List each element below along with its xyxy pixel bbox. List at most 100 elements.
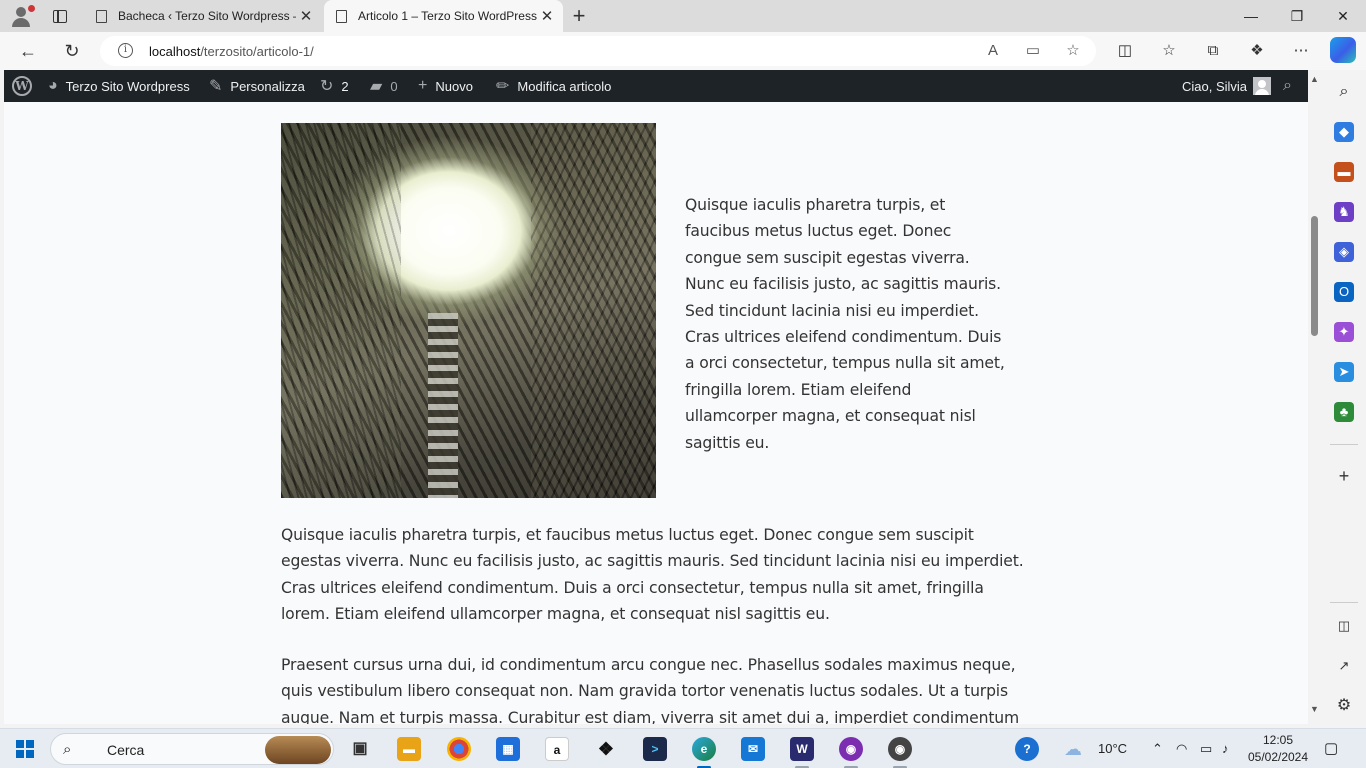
temperature[interactable]: 10°C bbox=[1098, 729, 1127, 768]
edit-post-link[interactable]: ✏ Modifica articolo bbox=[496, 70, 611, 102]
copilot-icon[interactable] bbox=[1330, 37, 1356, 63]
brush-icon: ✎ bbox=[209, 78, 223, 95]
collections-icon[interactable]: ⧉ bbox=[1202, 41, 1224, 61]
notifications-icon[interactable]: ▢ bbox=[1324, 729, 1338, 768]
comments-count: 0 bbox=[390, 78, 398, 94]
chrome-icon[interactable] bbox=[447, 737, 471, 761]
customize-link[interactable]: ✎ Personalizza bbox=[209, 70, 305, 102]
edit-post-label: Modifica articolo bbox=[517, 78, 612, 94]
refresh-icon[interactable]: ↻ bbox=[58, 37, 86, 65]
webex-icon[interactable]: W bbox=[790, 737, 814, 761]
article-paragraph: Quisque iaculis pharetra turpis, et fauc… bbox=[281, 526, 1024, 624]
weather-cloud-icon[interactable]: ☁ bbox=[1064, 729, 1082, 768]
close-window-icon[interactable]: ✕ bbox=[1320, 0, 1366, 32]
search-icon: ⌕ bbox=[63, 741, 72, 758]
close-tab-icon[interactable]: ✕ bbox=[296, 7, 316, 25]
github-desktop-icon[interactable]: ◉ bbox=[888, 737, 912, 761]
close-tab-icon[interactable]: ✕ bbox=[537, 7, 557, 25]
add-icon[interactable]: + bbox=[1334, 466, 1354, 486]
task-view-icon[interactable]: ▣ bbox=[348, 737, 372, 761]
immersive-reader-icon[interactable]: ▭ bbox=[1022, 41, 1044, 61]
microsoft365-icon[interactable]: ◈ bbox=[1334, 242, 1354, 262]
favorites-icon[interactable]: ☆ bbox=[1158, 41, 1180, 61]
wifi-icon[interactable]: ◠ bbox=[1176, 729, 1187, 768]
scroll-up-icon[interactable]: ▲ bbox=[1310, 74, 1319, 84]
shopping-tag-icon[interactable]: ◆ bbox=[1334, 122, 1354, 142]
windows-start-icon[interactable] bbox=[16, 740, 34, 758]
dashboard-gauge-icon: ◕ bbox=[48, 77, 58, 94]
updates-count: 2 bbox=[341, 78, 349, 94]
tab-actions-icon[interactable] bbox=[46, 6, 74, 26]
minimize-icon[interactable]: — bbox=[1228, 0, 1274, 32]
search-highlight-image bbox=[265, 736, 331, 764]
github-icon[interactable]: ◉ bbox=[839, 737, 863, 761]
amazon-icon[interactable]: a bbox=[545, 737, 569, 761]
read-aloud-icon[interactable]: A bbox=[982, 41, 1004, 61]
comment-bubble-icon: ▰ bbox=[370, 78, 383, 95]
external-link-icon[interactable]: ↗ bbox=[1334, 656, 1354, 676]
dropbox-icon[interactable]: ❖ bbox=[594, 737, 618, 761]
scroll-down-icon[interactable]: ▼ bbox=[1310, 704, 1319, 714]
mail-icon[interactable]: ✉ bbox=[741, 737, 765, 761]
plus-icon: + bbox=[418, 77, 428, 94]
address-bar[interactable]: i localhost/terzosito/articolo-1/ A ▭ ☆ bbox=[100, 36, 1096, 66]
tools-briefcase-icon[interactable]: ▬ bbox=[1334, 162, 1354, 182]
settings-gear-icon[interactable]: ⚙ bbox=[1334, 696, 1354, 716]
article-image bbox=[281, 123, 656, 498]
page-icon bbox=[336, 9, 347, 23]
edge-browser-icon[interactable]: e bbox=[692, 737, 716, 761]
new-tab-icon[interactable]: + bbox=[568, 4, 590, 28]
updates-icon: ↻ bbox=[320, 78, 334, 95]
back-icon[interactable]: ← bbox=[14, 37, 42, 65]
url-text[interactable]: localhost/terzosito/articolo-1/ bbox=[149, 44, 314, 59]
clock-time: 12:05 bbox=[1262, 733, 1294, 747]
tab-title: Bacheca ‹ Terzo Sito Wordpress — bbox=[118, 9, 296, 23]
help-icon[interactable]: ? bbox=[1015, 737, 1039, 761]
avatar bbox=[1253, 77, 1272, 95]
outlook-icon[interactable]: O bbox=[1334, 282, 1354, 302]
sidebar-toggle-icon[interactable]: ◫ bbox=[1334, 616, 1354, 636]
site-info-icon[interactable]: i bbox=[118, 43, 133, 58]
system-clock[interactable]: 12:05 05/02/2024 bbox=[1246, 732, 1310, 766]
site-name-link[interactable]: ◕ Terzo Sito Wordpress bbox=[48, 70, 190, 102]
my-account-link[interactable]: Ciao, Silvia bbox=[1182, 70, 1272, 102]
microsoft-store-icon[interactable]: ▦ bbox=[496, 737, 520, 761]
favorite-star-icon[interactable]: ☆ bbox=[1062, 41, 1084, 61]
more-menu-icon[interactable]: ⋯ bbox=[1290, 41, 1312, 61]
send-icon[interactable]: ➤ bbox=[1334, 362, 1354, 382]
edge-sidebar: ⌕ ◆ ▬ ♞ ◈ O ✦ ➤ ♣ + ◫ ↗ ⚙ bbox=[1322, 70, 1366, 724]
show-hidden-icons-icon[interactable]: ⌃ bbox=[1152, 729, 1163, 768]
wordpress-logo-icon[interactable]: W bbox=[12, 70, 32, 102]
extensions-icon[interactable]: ❖ bbox=[1246, 41, 1268, 61]
admin-search-icon[interactable]: ⌕ bbox=[1283, 70, 1292, 102]
page-viewport: W ◕ Terzo Sito Wordpress ✎ Personalizza … bbox=[4, 70, 1308, 724]
volume-icon[interactable]: ♪ bbox=[1222, 729, 1229, 768]
scrollbar-thumb[interactable] bbox=[1311, 216, 1318, 336]
browser-tab-strip: Bacheca ‹ Terzo Sito Wordpress — ✕ Artic… bbox=[0, 0, 1366, 32]
split-screen-icon[interactable]: ◫ bbox=[1114, 41, 1136, 61]
comments-link[interactable]: ▰ 0 bbox=[370, 70, 398, 102]
customize-label: Personalizza bbox=[230, 78, 305, 94]
designer-icon[interactable]: ✦ bbox=[1334, 322, 1354, 342]
new-label: Nuovo bbox=[435, 78, 473, 94]
restore-icon[interactable]: ❐ bbox=[1274, 0, 1320, 32]
tab-bacheca[interactable]: Bacheca ‹ Terzo Sito Wordpress — ✕ bbox=[84, 0, 322, 32]
search-label: Cerca bbox=[107, 742, 145, 758]
profile-icon[interactable] bbox=[8, 4, 35, 28]
site-name-label: Terzo Sito Wordpress bbox=[65, 78, 190, 94]
search-icon[interactable]: ⌕ bbox=[1334, 82, 1354, 102]
file-explorer-icon[interactable]: ▬ bbox=[397, 737, 421, 761]
updates-link[interactable]: ↻ 2 bbox=[320, 70, 349, 102]
tab-articolo-1[interactable]: Articolo 1 – Terzo Sito WordPress ✕ bbox=[324, 0, 563, 32]
new-content-link[interactable]: + Nuovo bbox=[418, 70, 473, 102]
battery-icon[interactable]: ▭ bbox=[1200, 729, 1212, 768]
tree-icon[interactable]: ♣ bbox=[1334, 402, 1354, 422]
page-scrollbar[interactable]: ▲ ▼ bbox=[1308, 70, 1322, 724]
taskbar-search[interactable]: ⌕ Cerca bbox=[50, 733, 334, 765]
clock-date: 05/02/2024 bbox=[1247, 750, 1309, 764]
article-paragraph: Praesent cursus urna dui, id condimentum… bbox=[281, 656, 1020, 724]
powershell-icon[interactable]: > bbox=[643, 737, 667, 761]
browser-toolbar: ← ↻ i localhost/terzosito/articolo-1/ A … bbox=[0, 32, 1366, 70]
games-icon[interactable]: ♞ bbox=[1334, 202, 1354, 222]
page-icon bbox=[96, 9, 107, 23]
